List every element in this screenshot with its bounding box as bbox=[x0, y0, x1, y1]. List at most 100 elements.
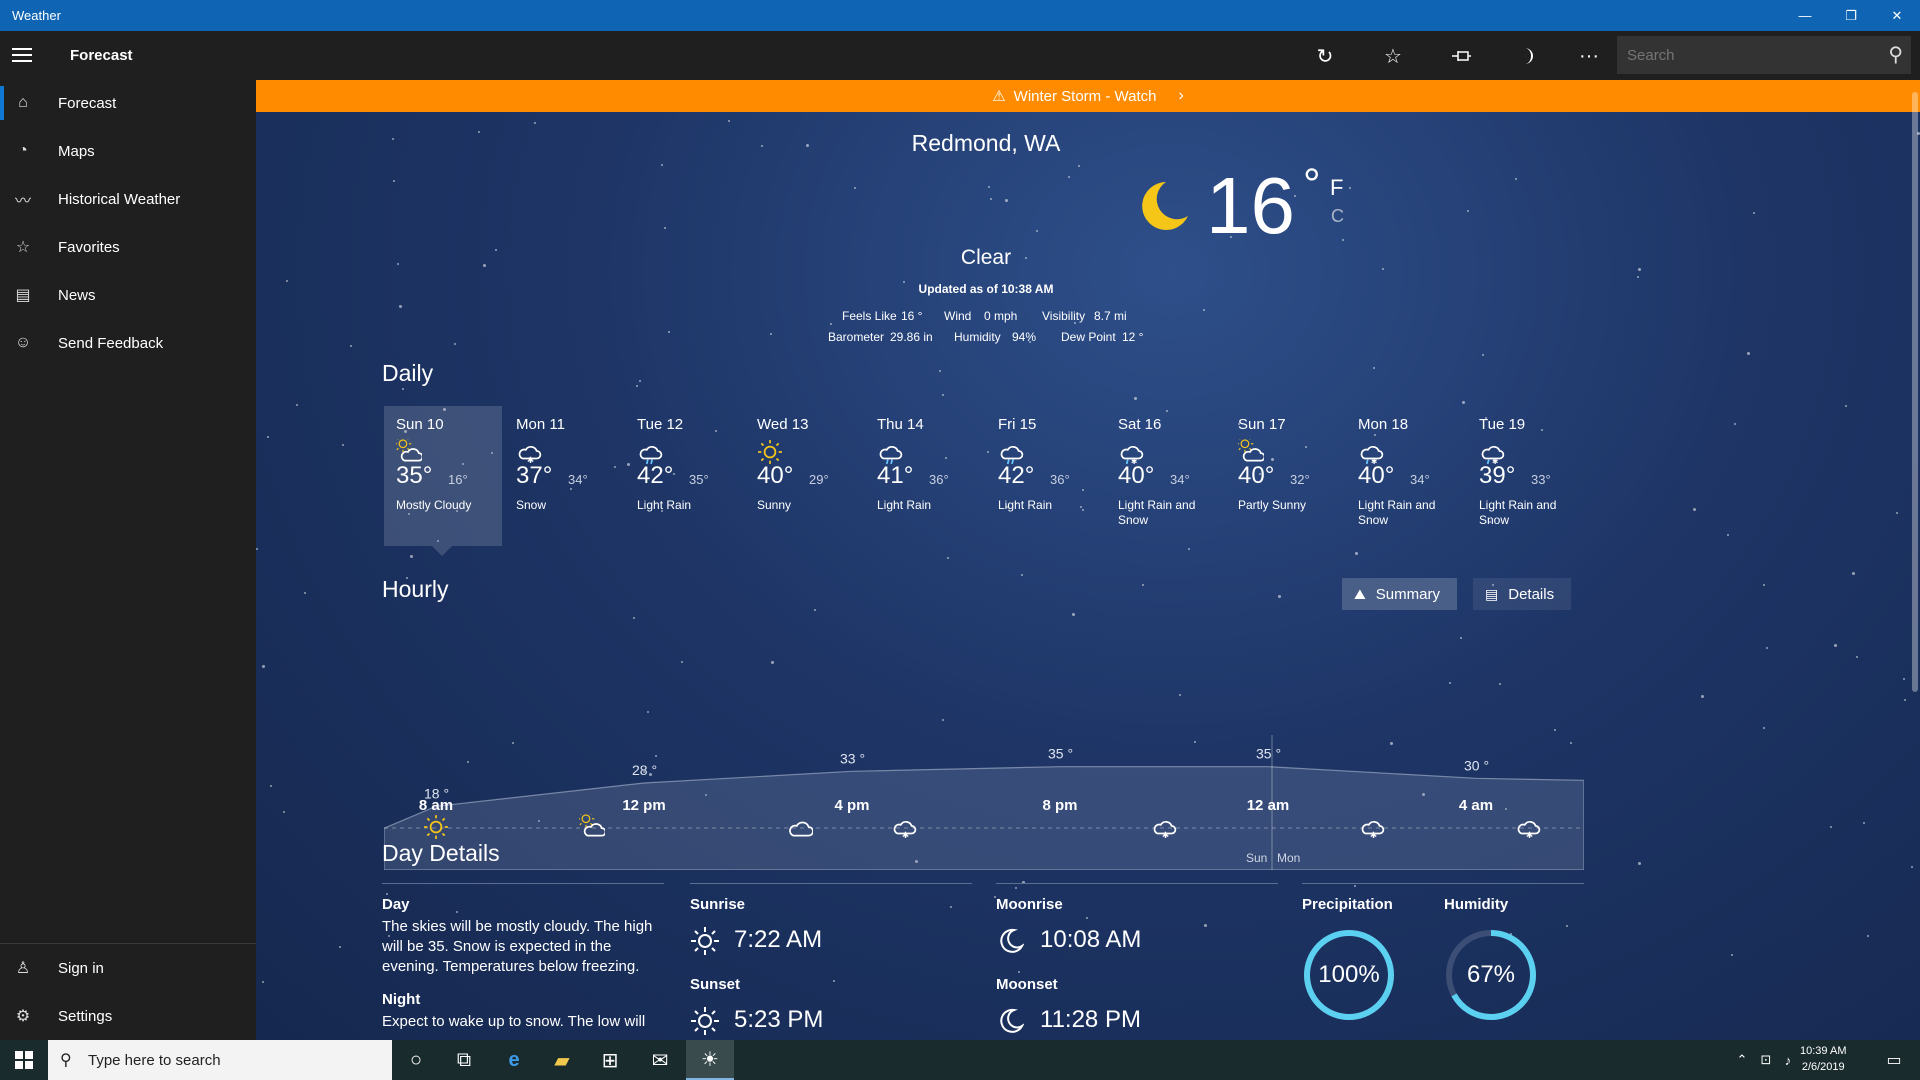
day-low-temp: 36° bbox=[929, 472, 949, 487]
temperature-value: 16 bbox=[1206, 161, 1295, 250]
sunrise-time: 7:22 AM bbox=[734, 926, 823, 953]
star bbox=[1845, 405, 1847, 407]
day-low-temp: 34° bbox=[1170, 472, 1190, 487]
maximize-button[interactable]: ❐ bbox=[1828, 0, 1874, 31]
sidebar-item-maps[interactable]: ◔ Maps bbox=[0, 128, 256, 174]
refresh-icon[interactable]: ↻ bbox=[1310, 41, 1340, 71]
sidebar-item-send-feedback[interactable]: ☺ Send Feedback bbox=[0, 320, 256, 366]
day-weather-icon: ✱ bbox=[516, 439, 544, 465]
weather-alert-banner[interactable]: ⚠ Winter Storm - Watch › bbox=[256, 80, 1920, 112]
notifications-icon[interactable]: ▭ bbox=[1870, 1040, 1918, 1080]
hourly-time-label: 12 am bbox=[1246, 797, 1290, 814]
day-low-temp: 33° bbox=[1531, 472, 1551, 487]
weather-app-taskbar-icon[interactable]: ☀ bbox=[686, 1040, 734, 1080]
search-icon[interactable]: ⚲ bbox=[1888, 42, 1903, 67]
unit-celsius[interactable]: C bbox=[1331, 206, 1344, 227]
gear-icon: ⚙ bbox=[15, 1008, 31, 1025]
daily-forecast-card[interactable]: Sun 10 35° 16° Mostly Cloudy bbox=[384, 406, 502, 546]
day-name: Sun 17 bbox=[1238, 416, 1286, 433]
daily-forecast-card[interactable]: Tue 12 42° 35° Light Rain bbox=[625, 406, 743, 546]
more-options-icon[interactable]: ··· bbox=[1574, 41, 1604, 71]
day-high-temp: 42° bbox=[998, 462, 1035, 489]
star bbox=[256, 548, 258, 550]
search-box[interactable]: ⚲ bbox=[1617, 36, 1911, 74]
home-icon: ⌂ bbox=[18, 94, 28, 111]
taskbar-clock[interactable]: 10:39 AM 2/6/2019 bbox=[1800, 1043, 1846, 1075]
daily-forecast-card[interactable]: Mon 11 ✱ 37° 34° Snow bbox=[504, 406, 622, 546]
mail-icon[interactable]: ✉ bbox=[636, 1040, 684, 1080]
hourly-temp-label: 30 ° bbox=[1464, 757, 1489, 773]
tray-chevron-icon[interactable]: ⌃ bbox=[1730, 1040, 1754, 1080]
humidity-label: Humidity bbox=[954, 330, 1001, 344]
chart-line-icon: ⛰ bbox=[1354, 585, 1366, 602]
chevron-right-icon: › bbox=[1178, 87, 1184, 104]
sidebar-item-favorites[interactable]: ☆ Favorites bbox=[0, 224, 256, 270]
star bbox=[350, 345, 352, 347]
details-button[interactable]: ▤ Details bbox=[1473, 578, 1571, 610]
star bbox=[636, 385, 638, 387]
summary-button[interactable]: ⛰ Summary bbox=[1342, 578, 1457, 610]
day-low-temp: 29° bbox=[809, 472, 829, 487]
daily-heading: Daily bbox=[382, 360, 434, 386]
moon-icon bbox=[1142, 182, 1188, 230]
sidebar-item-news[interactable]: ▤ News bbox=[0, 272, 256, 318]
daily-forecast-card[interactable]: Fri 15 42° 36° Light Rain bbox=[986, 406, 1104, 546]
file-explorer-icon[interactable]: ▰ bbox=[538, 1040, 586, 1080]
star bbox=[1701, 695, 1704, 698]
alert-text: Winter Storm - Watch bbox=[1013, 87, 1157, 105]
volume-icon[interactable]: ♪ bbox=[1776, 1040, 1800, 1080]
daily-forecast-card[interactable]: Sun 17 40° 32° Partly Sunny bbox=[1226, 406, 1344, 546]
night-mode-icon[interactable] bbox=[1514, 41, 1544, 71]
day-condition: Light Rain bbox=[877, 498, 932, 512]
star bbox=[1278, 595, 1281, 598]
taskbar-search-box[interactable]: ⚲ Type here to search bbox=[48, 1040, 392, 1080]
daily-forecast-card[interactable]: Sat 16 ✱ 40° 34° Light Rain and Snow bbox=[1106, 406, 1224, 546]
clock-date: 2/6/2019 bbox=[1801, 1061, 1845, 1073]
day-low-temp: 35° bbox=[689, 472, 709, 487]
daily-forecast-card[interactable]: Tue 19 ✱ 39° 33° Light Rain and Snow bbox=[1467, 406, 1585, 546]
daily-forecast-card[interactable]: Wed 13 40° 29° Sunny bbox=[745, 406, 863, 546]
window-title: Weather bbox=[12, 8, 61, 23]
hourly-temp-label: 33 ° bbox=[840, 750, 865, 766]
visibility-value: 8.7 mi bbox=[1094, 309, 1127, 323]
unit-fahrenheit[interactable]: F bbox=[1330, 175, 1343, 201]
star bbox=[1867, 935, 1869, 937]
star bbox=[633, 617, 635, 619]
windows-start-icon[interactable] bbox=[0, 1040, 48, 1080]
star bbox=[1142, 584, 1144, 586]
close-button[interactable]: ✕ bbox=[1874, 0, 1920, 31]
visibility-label: Visibility bbox=[1042, 309, 1086, 323]
sunset-time: 5:23 PM bbox=[734, 1006, 824, 1033]
sidebar-item-historical-weather[interactable]: 〰 Historical Weather bbox=[0, 176, 256, 222]
pin-icon[interactable] bbox=[1446, 41, 1476, 71]
day-high-temp: 40° bbox=[1238, 462, 1275, 489]
search-input[interactable] bbox=[1617, 36, 1877, 74]
sidebar-item-forecast[interactable]: ⌂ Forecast bbox=[0, 80, 256, 126]
store-icon[interactable]: ⊞ bbox=[586, 1040, 634, 1080]
current-condition: Clear bbox=[960, 246, 1012, 269]
sidebar-divider bbox=[0, 943, 256, 944]
sidebar-item-settings[interactable]: ⚙ Settings bbox=[0, 993, 256, 1039]
edge-browser-icon[interactable]: e bbox=[490, 1040, 538, 1080]
star bbox=[1021, 574, 1023, 576]
day-name: Wed 13 bbox=[757, 416, 809, 433]
daily-forecast-card[interactable]: Thu 14 41° 36° Light Rain bbox=[865, 406, 983, 546]
sidebar-item-label: News bbox=[58, 286, 96, 304]
favorite-star-icon[interactable]: ☆ bbox=[1378, 41, 1408, 71]
star bbox=[1904, 699, 1906, 701]
moonrise-time: 10:08 AM bbox=[1040, 926, 1142, 953]
hamburger-menu-icon[interactable] bbox=[12, 44, 36, 66]
star bbox=[283, 811, 285, 813]
star bbox=[990, 198, 992, 200]
cortana-icon[interactable]: ○ bbox=[392, 1040, 440, 1080]
sidebar-item-sign-in[interactable]: ♙ Sign in bbox=[0, 945, 256, 991]
task-view-icon[interactable]: ⧉ bbox=[440, 1040, 488, 1080]
star bbox=[262, 981, 264, 983]
minimize-button[interactable]: — bbox=[1782, 0, 1828, 31]
day-weather-icon bbox=[394, 435, 424, 463]
star bbox=[1747, 352, 1750, 355]
network-icon[interactable]: ⊡ bbox=[1754, 1040, 1778, 1080]
scrollbar[interactable] bbox=[1912, 92, 1918, 692]
star bbox=[1342, 239, 1344, 241]
daily-forecast-card[interactable]: Mon 18 ✱ 40° 34° Light Rain and Snow bbox=[1346, 406, 1464, 546]
